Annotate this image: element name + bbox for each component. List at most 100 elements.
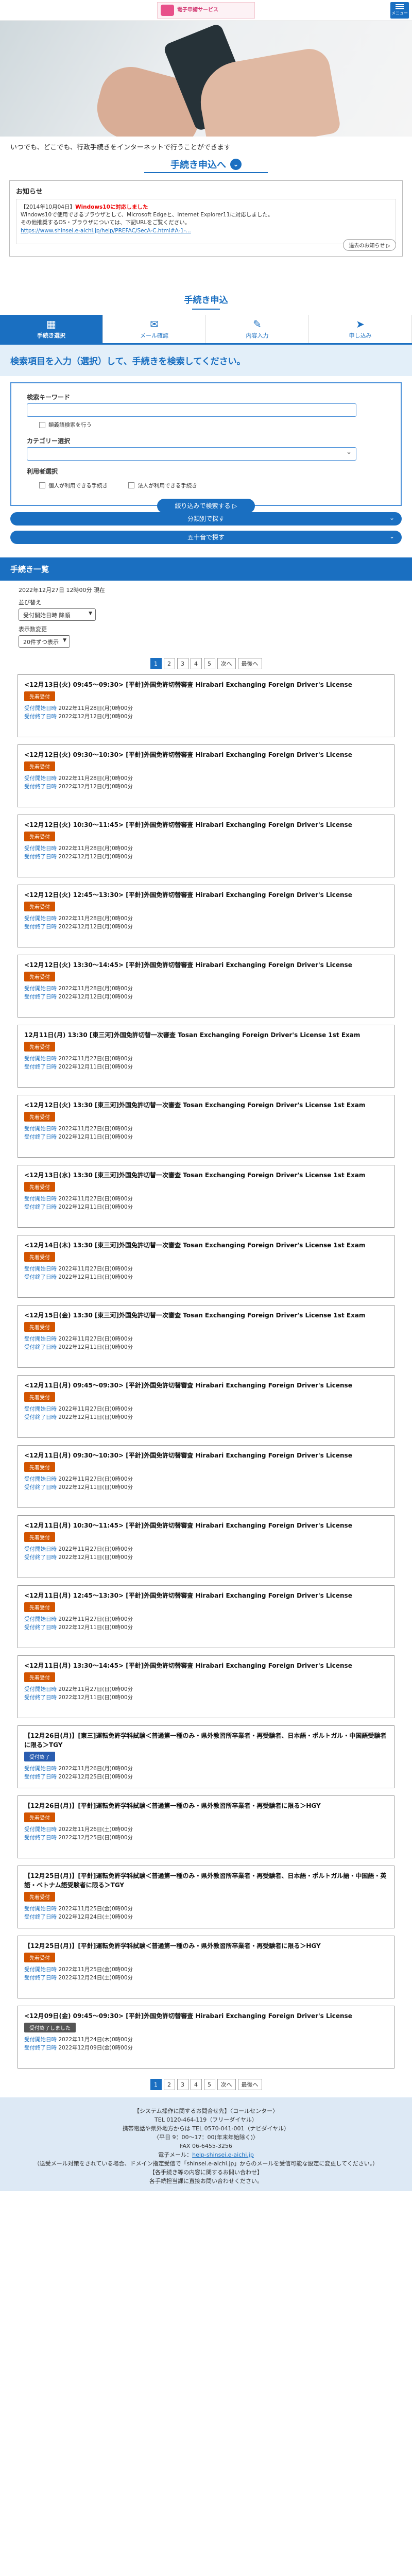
status-badge: 先着受付 [24, 1042, 55, 1052]
end-date: 2022年12月25日(日)0時00分 [58, 1774, 133, 1781]
procedure-card[interactable]: <12月13日(火) 09:45～09:30> [平針]外国免許切替審査 Hir… [18, 674, 394, 737]
procedure-card[interactable]: 【12月26日(月)】[平針]運転免許学科試験＜普通第一種のみ・県外教習所卒業者… [18, 1795, 394, 1858]
procedure-title[interactable]: <12月11日(月) 13:30～14:45> [平針]外国免許切替審査 Hir… [24, 1661, 388, 1670]
end-date: 2022年12月11日(日)0時00分 [58, 1624, 133, 1631]
procedure-card[interactable]: 【12月25日(月)】[平針]運転免許学科試験＜普通第一種のみ・県外教習所卒業者… [18, 1866, 394, 1928]
page-link[interactable]: 1 [150, 658, 162, 669]
procedure-card[interactable]: 【12月25日(月)】[平針]運転免許学科試験＜普通第一種のみ・県外教習所卒業者… [18, 1936, 394, 1998]
end-date: 2022年12月11日(日)0時00分 [58, 1134, 133, 1141]
notice-url-link[interactable]: https://www.shinsei.e-aichi.jp/help/PREF… [21, 228, 191, 234]
sort-select[interactable]: 受付開始日時 降順 [19, 608, 96, 621]
end-date: 2022年12月11日(日)0時00分 [58, 1204, 133, 1211]
category-label: カテゴリー選択 [27, 437, 71, 445]
start-date: 2022年11月28日(月)0時00分 [58, 845, 133, 852]
page-link[interactable]: 次へ [217, 2079, 236, 2090]
procedure-card[interactable]: <12月11日(月) 09:30～10:30> [平針]外国免許切替審査 Hir… [18, 1445, 394, 1508]
page-link[interactable]: 5 [203, 658, 215, 669]
start-date: 2022年11月25日(金)0時00分 [58, 1967, 133, 1973]
browse-by-category-button[interactable]: 分類別で探す [10, 511, 402, 526]
corporate-checkbox[interactable]: 法人が利用できる手続き [128, 482, 197, 489]
apply-link[interactable]: 手続き申込へ ⌄ [0, 154, 412, 172]
procedure-card[interactable]: <12月11日(月) 10:30～11:45> [平針]外国免許切替審査 Hir… [18, 1515, 394, 1578]
procedure-card[interactable]: <12月11日(月) 12:45～13:30> [平針]外国免許切替審査 Hir… [18, 1585, 394, 1648]
procedure-card[interactable]: <12月11日(月) 09:45～09:30> [平針]外国免許切替審査 Hir… [18, 1375, 394, 1438]
start-date: 2022年11月27日(日)0時00分 [58, 1266, 133, 1272]
procedure-title[interactable]: <12月12日(火) 13:30～14:45> [平針]外国免許切替審査 Hir… [24, 960, 388, 970]
tab-input[interactable]: ✎ 内容入力 [206, 315, 309, 343]
status-badge: 先着受付 [24, 1462, 55, 1472]
procedure-card[interactable]: <12月12日(火) 09:30～10:30> [平針]外国免許切替審査 Hir… [18, 744, 394, 807]
procedure-dates: 受付開始日時 2022年11月27日(日)0時00分 受付終了日時 2022年12… [24, 1476, 133, 1491]
chevron-down-icon: ⌄ [230, 159, 242, 170]
page-link[interactable]: 4 [190, 2079, 202, 2090]
procedure-card[interactable]: 【12月26日(月)】[東三]運転免許学科試験＜普通第一種のみ・県外教習所卒業者… [18, 1725, 394, 1788]
page-link[interactable]: 4 [190, 658, 202, 669]
procedure-title[interactable]: 12月11日(月) 13:30 [東三河]外国免許切替一次審査 Tosan Ex… [24, 1030, 388, 1040]
menu-button[interactable]: メニュー [390, 2, 409, 19]
procedure-title[interactable]: <12月13日(水) 13:30 [東三河]外国免許切替一次審査 Tosan E… [24, 1171, 388, 1180]
tab-select-procedure[interactable]: ▦ 手続き選択 [0, 315, 103, 343]
procedure-title[interactable]: 【12月25日(月)】[平針]運転免許学科試験＜普通第一種のみ・県外教習所卒業者… [24, 1871, 388, 1890]
procedure-dates: 受付開始日時 2022年11月27日(日)0時00分 受付終了日時 2022年12… [24, 1336, 133, 1351]
procedure-title[interactable]: 【12月26日(月)】[平針]運転免許学科試験＜普通第一種のみ・県外教習所卒業者… [24, 1801, 388, 1810]
page-link[interactable]: 2 [163, 658, 175, 669]
synonym-checkbox[interactable]: 類義語検索を行う [39, 421, 92, 429]
procedure-title[interactable]: <12月12日(火) 10:30～11:45> [平針]外国免許切替審査 Hir… [24, 820, 388, 829]
page-link[interactable]: 最後へ [237, 658, 262, 669]
support-email-link[interactable]: help-shinsei.e-aichi.jp [192, 2151, 254, 2158]
procedure-card[interactable]: <12月12日(火) 12:45～13:30> [平針]外国免許切替審査 Hir… [18, 885, 394, 947]
procedure-card[interactable]: <12月14日(木) 13:30 [東三河]外国免許切替一次審査 Tosan E… [18, 1235, 394, 1298]
procedure-dates: 受付開始日時 2022年11月28日(月)0時00分 受付終了日時 2022年12… [24, 705, 133, 720]
status-badge: 先着受付 [24, 1532, 55, 1542]
status-badge: 受付終了 [24, 1752, 55, 1761]
procedure-card[interactable]: <12月11日(月) 13:30～14:45> [平針]外国免許切替審査 Hir… [18, 1655, 394, 1718]
page-link[interactable]: 3 [177, 2079, 188, 2090]
status-badge: 先着受付 [24, 902, 55, 911]
procedure-card[interactable]: <12月15日(金) 13:30 [東三河]外国免許切替一次審査 Tosan E… [18, 1305, 394, 1368]
procedure-title[interactable]: <12月12日(火) 12:45～13:30> [平針]外国免許切替審査 Hir… [24, 890, 388, 900]
procedure-title[interactable]: <12月11日(月) 09:45～09:30> [平針]外国免許切替審査 Hir… [24, 1381, 388, 1390]
procedure-card[interactable]: <12月09日(金) 09:45～09:30> [平針]外国免許切替審査 Hir… [18, 2006, 394, 2069]
status-badge: 先着受付 [24, 761, 55, 771]
count-select[interactable]: 20件ずつ表示 [19, 635, 70, 648]
search-submit-button[interactable]: 絞り込みで検索する ▷ [157, 499, 255, 513]
checkbox-icon [39, 482, 45, 488]
procedure-title[interactable]: <12月11日(月) 09:30～10:30> [平針]外国免許切替審査 Hir… [24, 1451, 388, 1460]
procedure-title[interactable]: 【12月25日(月)】[平針]運転免許学科試験＜普通第一種のみ・県外教習所卒業者… [24, 1941, 388, 1951]
page-link[interactable]: 5 [203, 2079, 215, 2090]
procedure-card[interactable]: <12月12日(火) 13:30～14:45> [平針]外国免許切替審査 Hir… [18, 955, 394, 1018]
site-logo[interactable]: 電子申請サービス [157, 2, 255, 19]
procedure-card[interactable]: <12月12日(火) 10:30～11:45> [平針]外国免許切替審査 Hir… [18, 815, 394, 877]
tab-submit[interactable]: ➤ 申し込み [309, 315, 412, 343]
procedure-title[interactable]: <12月13日(火) 09:45～09:30> [平針]外国免許切替審査 Hir… [24, 680, 388, 689]
procedure-title[interactable]: <12月11日(月) 10:30～11:45> [平針]外国免許切替審査 Hir… [24, 1521, 388, 1530]
end-date: 2022年12月11日(日)0時00分 [58, 1414, 133, 1421]
page-link[interactable]: 3 [177, 658, 188, 669]
page-link[interactable]: 最後へ [237, 2079, 262, 2090]
procedure-title[interactable]: <12月09日(金) 09:45～09:30> [平針]外国免許切替審査 Hir… [24, 2011, 388, 2021]
category-select[interactable] [27, 447, 356, 461]
personal-checkbox[interactable]: 個人が利用できる手続き [39, 482, 108, 489]
tab-mail-confirm[interactable]: ✉ メール確認 [103, 315, 206, 343]
procedure-title[interactable]: <12月12日(火) 09:30～10:30> [平針]外国免許切替審査 Hir… [24, 750, 388, 759]
start-date: 2022年11月27日(日)0時00分 [58, 1126, 133, 1132]
procedure-card[interactable]: <12月13日(水) 13:30 [東三河]外国免許切替一次審査 Tosan E… [18, 1165, 394, 1228]
target-label: 利用者選択 [27, 467, 58, 475]
procedure-dates: 受付開始日時 2022年11月28日(月)0時00分 受付終了日時 2022年12… [24, 916, 133, 930]
procedure-card[interactable]: <12月12日(火) 13:30 [東三河]外国免許切替一次審査 Tosan E… [18, 1095, 394, 1158]
procedure-card[interactable]: 12月11日(月) 13:30 [東三河]外国免許切替一次審査 Tosan Ex… [18, 1025, 394, 1088]
keyword-input[interactable] [27, 403, 356, 417]
page-link[interactable]: 2 [163, 2079, 175, 2090]
page-link[interactable]: 次へ [217, 658, 236, 669]
start-date: 2022年11月27日(日)0時00分 [58, 1616, 133, 1622]
browse-by-alpha-button[interactable]: 五十音で探す [10, 530, 402, 544]
procedure-title[interactable]: <12月14日(木) 13:30 [東三河]外国免許切替一次審査 Tosan E… [24, 1241, 388, 1250]
page-link[interactable]: 1 [150, 2079, 162, 2090]
procedure-title[interactable]: 【12月26日(月)】[東三]運転免許学科試験＜普通第一種のみ・県外教習所卒業者… [24, 1731, 388, 1750]
procedure-title[interactable]: <12月12日(火) 13:30 [東三河]外国免許切替一次審査 Tosan E… [24, 1100, 388, 1110]
procedure-title[interactable]: <12月15日(金) 13:30 [東三河]外国免許切替一次審査 Tosan E… [24, 1311, 388, 1320]
past-notices-button[interactable]: 過去のお知らせ ▷ [343, 239, 396, 251]
start-date: 2022年11月25日(金)0時00分 [58, 1906, 133, 1912]
procedure-title[interactable]: <12月11日(月) 12:45～13:30> [平針]外国免許切替審査 Hir… [24, 1591, 388, 1600]
end-date: 2022年12月12日(月)0時00分 [58, 924, 133, 930]
